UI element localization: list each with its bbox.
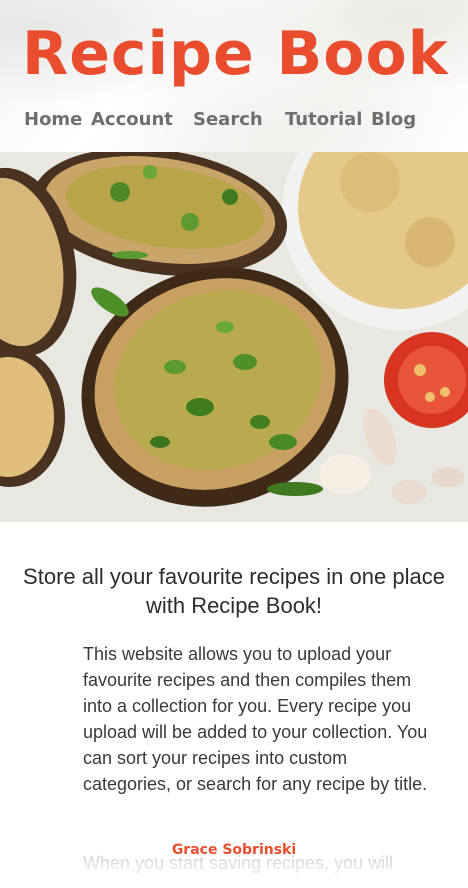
nav-home[interactable]: Home [24, 106, 82, 134]
fade-overlay [0, 862, 468, 888]
food-photo [0, 152, 468, 522]
intro-paragraph: This website allows you to upload your f… [83, 644, 428, 794]
site-header: Recipe Book Home Account Search Tutorial… [0, 0, 468, 152]
page-headline: Store all your favourite recipes in one … [23, 564, 445, 618]
nav-search[interactable]: Search [193, 106, 263, 134]
author-name: Grace Sobrinski [171, 842, 297, 858]
site-logo[interactable]: Recipe Book [22, 14, 449, 94]
hero-image [0, 152, 468, 522]
main-nav: Home Account Search Tutorial Blog [0, 106, 468, 136]
nav-blog[interactable]: Blog [371, 106, 416, 134]
nav-account[interactable]: Account [91, 106, 173, 134]
nav-tutorial[interactable]: Tutorial [285, 106, 362, 134]
